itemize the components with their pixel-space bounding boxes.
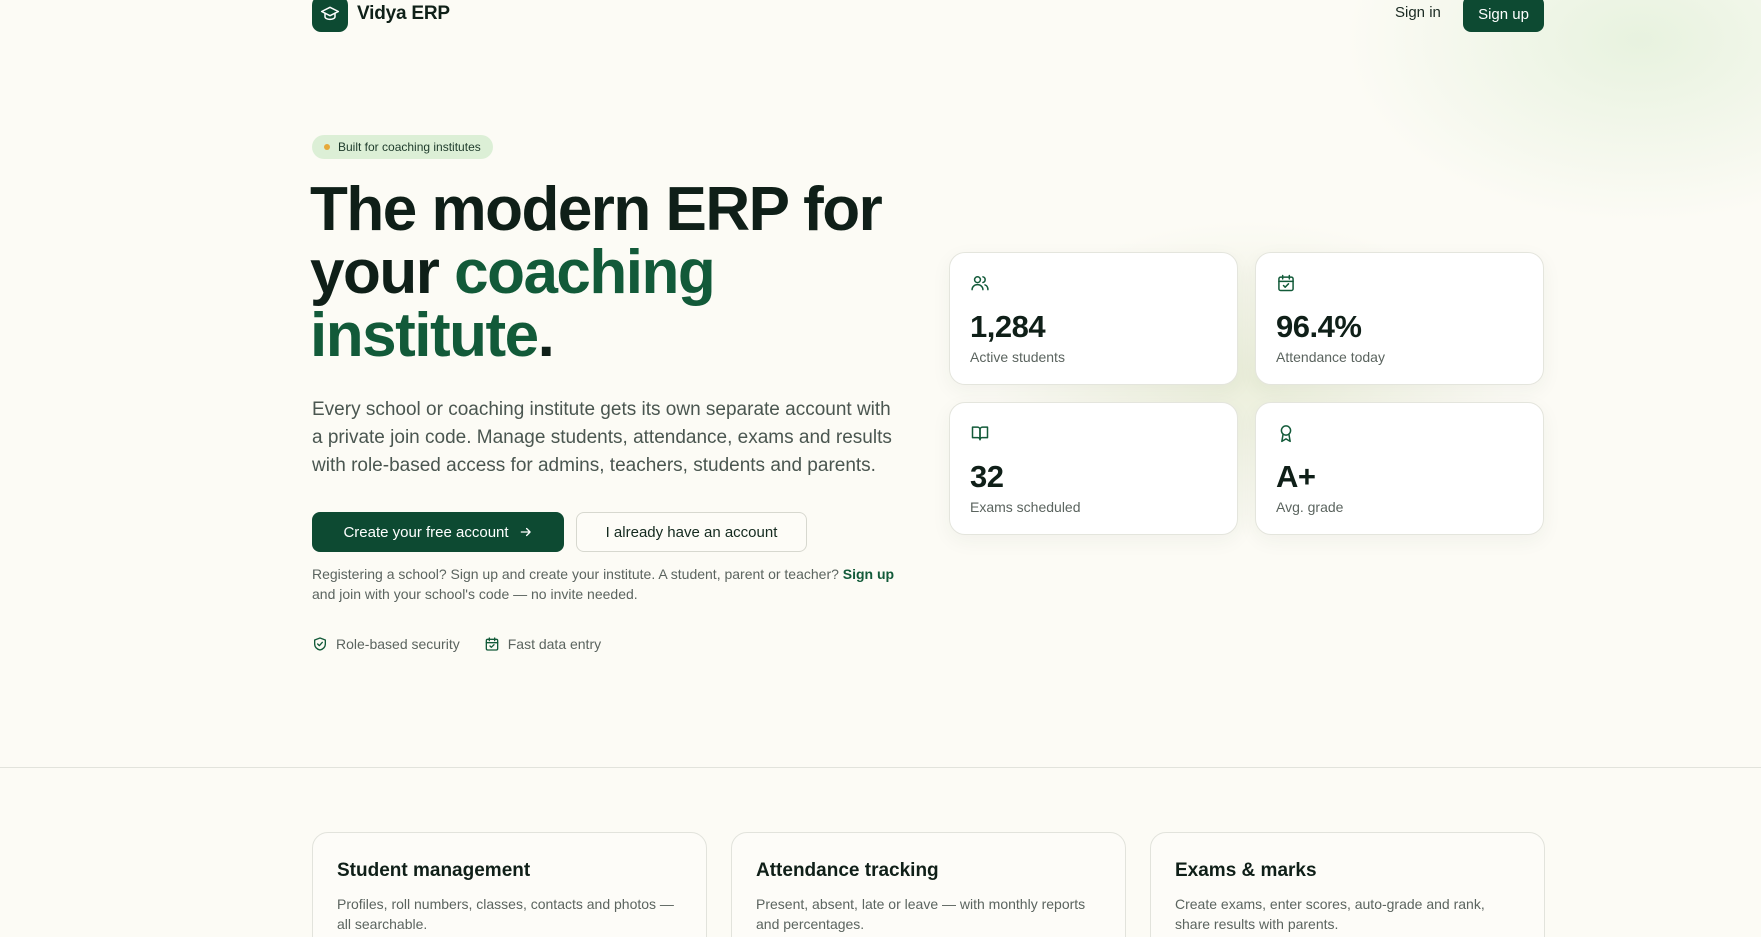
section-divider [0,767,1761,768]
audience-badge: Built for coaching institutes [312,135,493,159]
note-signup-link[interactable]: Sign up [843,566,894,582]
note-prefix: Registering a school? Sign up and create… [312,566,843,582]
graduation-cap-icon [312,0,348,32]
badge-fast-entry-label: Fast data entry [507,636,602,652]
badge-fast-entry: Fast data entry [484,636,601,652]
status-dot-icon [324,144,330,150]
audience-badge-label: Built for coaching institutes [338,140,481,154]
stat-label: Avg. grade [1276,499,1344,515]
feature-card-attendance: Attendance tracking Present, absent, lat… [731,832,1126,937]
signup-button[interactable]: Sign up [1463,0,1544,32]
feature-title: Student management [337,860,531,881]
stat-value: A+ [1276,459,1316,494]
headline-period: . [537,301,555,370]
shield-check-icon [314,637,326,651]
stat-value: 32 [970,459,1004,494]
create-account-label: Create your free account [343,523,509,541]
feature-description: Present, absent, late or leave — with mo… [756,896,1086,932]
feature-description: Profiles, roll numbers, classes, contact… [337,896,674,932]
feature-card-exams: Exams & marks Create exams, enter scores… [1150,832,1545,937]
calendar-check-icon [485,637,499,651]
headline-line-1: The modern ERP for [310,175,883,244]
badge-role-security: Role-based security [312,636,460,652]
feature-title: Exams & marks [1175,860,1317,881]
feature-description: Create exams, enter scores, auto-grade a… [1175,896,1485,932]
signup-help-note: Registering a school? Sign up and create… [312,564,902,604]
users-icon [970,273,1217,297]
stat-label: Attendance today [1276,349,1385,365]
headline-line-2: your [310,238,455,307]
existing-account-button[interactable]: I already have an account [576,512,807,552]
feature-card-students: Student management Profiles, roll number… [312,832,707,937]
stat-value: 96.4% [1276,309,1362,344]
arrow-right-icon [520,527,531,537]
headline-accent-2: institute [310,301,539,370]
stat-card-exams: 32 Exams scheduled [949,402,1238,535]
hero-badges: Role-based security Fast data entry [312,636,601,652]
create-account-button[interactable]: Create your free account [312,512,564,552]
hero-description: Every school or coaching institute gets … [312,399,892,476]
badge-role-security-label: Role-based security [336,636,460,652]
stat-value: 1,284 [970,309,1046,344]
brand-name: Vidya ERP [357,3,450,24]
stat-card-students: 1,284 Active students [949,252,1238,385]
open-book-icon [970,423,1217,447]
stat-label: Exams scheduled [970,499,1081,515]
calendar-check-icon [1276,273,1523,297]
brand-logo-link[interactable]: Vidya ERP [312,0,450,32]
award-icon [1276,423,1523,447]
note-suffix: and join with your school's code — no in… [312,586,638,602]
feature-title: Attendance tracking [756,860,939,881]
hero-headline: The modern ERP for your coaching institu… [310,178,930,367]
stat-card-attendance: 96.4% Attendance today [1255,252,1544,385]
stat-label: Active students [970,349,1065,365]
stat-card-grade: A+ Avg. grade [1255,402,1544,535]
signin-link[interactable]: Sign in [1395,4,1441,21]
headline-accent-1: coaching [454,238,716,307]
